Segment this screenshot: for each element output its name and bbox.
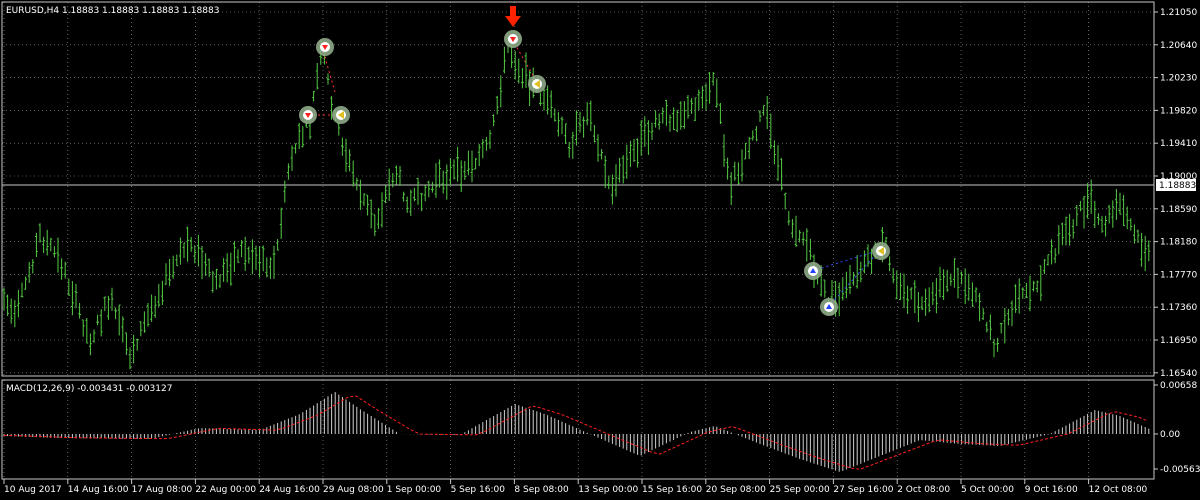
time-tick-label: 29 Aug 08:00	[323, 485, 384, 495]
time-tick-label: 8 Sep 08:00	[514, 485, 569, 495]
trade-markers	[299, 30, 890, 316]
price-bars	[2, 36, 1151, 370]
time-tick-label: 14 Aug 16:00	[68, 485, 129, 495]
current-price-text: 1.18883	[1159, 181, 1196, 191]
time-tick-label: 12 Oct 08:00	[1089, 485, 1148, 495]
price-tick-label: 1.20640	[1160, 41, 1197, 51]
price-tick-label: 1.21050	[1160, 8, 1197, 18]
buy-marker-icon[interactable]	[804, 262, 822, 280]
time-tick-label: 24 Aug 16:00	[259, 485, 320, 495]
macd-grid	[3, 380, 1089, 479]
symbol-label: EURUSD,H4 1.18883 1.18883 1.18883 1.1888…	[6, 6, 219, 16]
time-tick-label: 17 Aug 08:00	[132, 485, 193, 495]
time-tick-label: 10 Aug 2017	[4, 485, 62, 495]
macd-tick-label: 0.00	[1160, 430, 1180, 440]
time-tick-label: 2 Oct 08:00	[897, 485, 950, 495]
price-axis: 1.210501.206401.202301.198201.194101.190…	[1154, 8, 1197, 379]
time-tick-label: 22 Aug 00:00	[195, 485, 256, 495]
time-tick-label: 1 Sep 00:00	[387, 485, 442, 495]
time-tick-label: 9 Oct 16:00	[1025, 485, 1078, 495]
price-tick-label: 1.19820	[1160, 106, 1197, 116]
sell-marker-icon[interactable]	[504, 30, 522, 48]
main-grid	[2, 2, 1154, 376]
trading-chart[interactable]: EURUSD,H4 1.18883 1.18883 1.18883 1.1888…	[0, 0, 1200, 500]
down-arrow-shape	[505, 6, 521, 27]
price-tick-label: 1.20230	[1160, 74, 1197, 84]
close-marker-icon[interactable]	[332, 106, 350, 124]
main-price-panel[interactable]: EURUSD,H4 1.18883 1.18883 1.18883 1.1888…	[1, 1, 1155, 377]
close-marker-icon[interactable]	[872, 242, 890, 260]
time-tick-label: 5 Sep 16:00	[451, 485, 506, 495]
sell-marker-icon[interactable]	[316, 38, 334, 56]
time-tick-label: 25 Sep 00:00	[770, 485, 830, 495]
close-marker-icon[interactable]	[528, 75, 546, 93]
macd-tick-label: -0.005631	[1160, 465, 1200, 475]
buy-marker-icon[interactable]	[820, 298, 838, 316]
price-tick-label: 1.16540	[1160, 369, 1197, 379]
time-tick-label: 20 Sep 08:00	[706, 485, 766, 495]
down-arrow-icon	[505, 6, 521, 27]
price-tick-label: 1.18180	[1160, 238, 1197, 248]
macd-tick-label: 0.00658	[1160, 381, 1197, 391]
macd-label: MACD(12,26,9) -0.003431 -0.003127	[6, 384, 172, 394]
price-tick-label: 1.16950	[1160, 336, 1197, 346]
trade-connector-line	[811, 249, 881, 272]
time-tick-label: 5 Oct 00:00	[961, 485, 1014, 495]
time-axis: 10 Aug 2017 14 Aug 16:00 17 Aug 08:00 22 Au…	[3, 479, 1148, 495]
time-tick-label: 27 Sep 16:00	[833, 485, 893, 495]
price-tick-label: 1.17770	[1160, 270, 1197, 280]
price-tick-label: 1.17360	[1160, 303, 1197, 313]
sell-marker-icon[interactable]	[299, 106, 317, 124]
trade-lines	[308, 38, 881, 308]
macd-histogram	[3, 392, 1150, 472]
time-tick-label: 13 Sep 00:00	[578, 485, 638, 495]
price-tick-label: 1.19410	[1160, 139, 1197, 149]
macd-panel[interactable]: MACD(12,26,9) -0.003431 -0.003127	[1, 379, 1155, 480]
macd-axis: 0.00658 0.00 -0.005631	[1154, 381, 1200, 475]
time-tick-label: 15 Sep 16:00	[642, 485, 702, 495]
current-price-badge: 1.18883	[1156, 179, 1196, 191]
price-tick-label: 1.18590	[1160, 205, 1197, 215]
